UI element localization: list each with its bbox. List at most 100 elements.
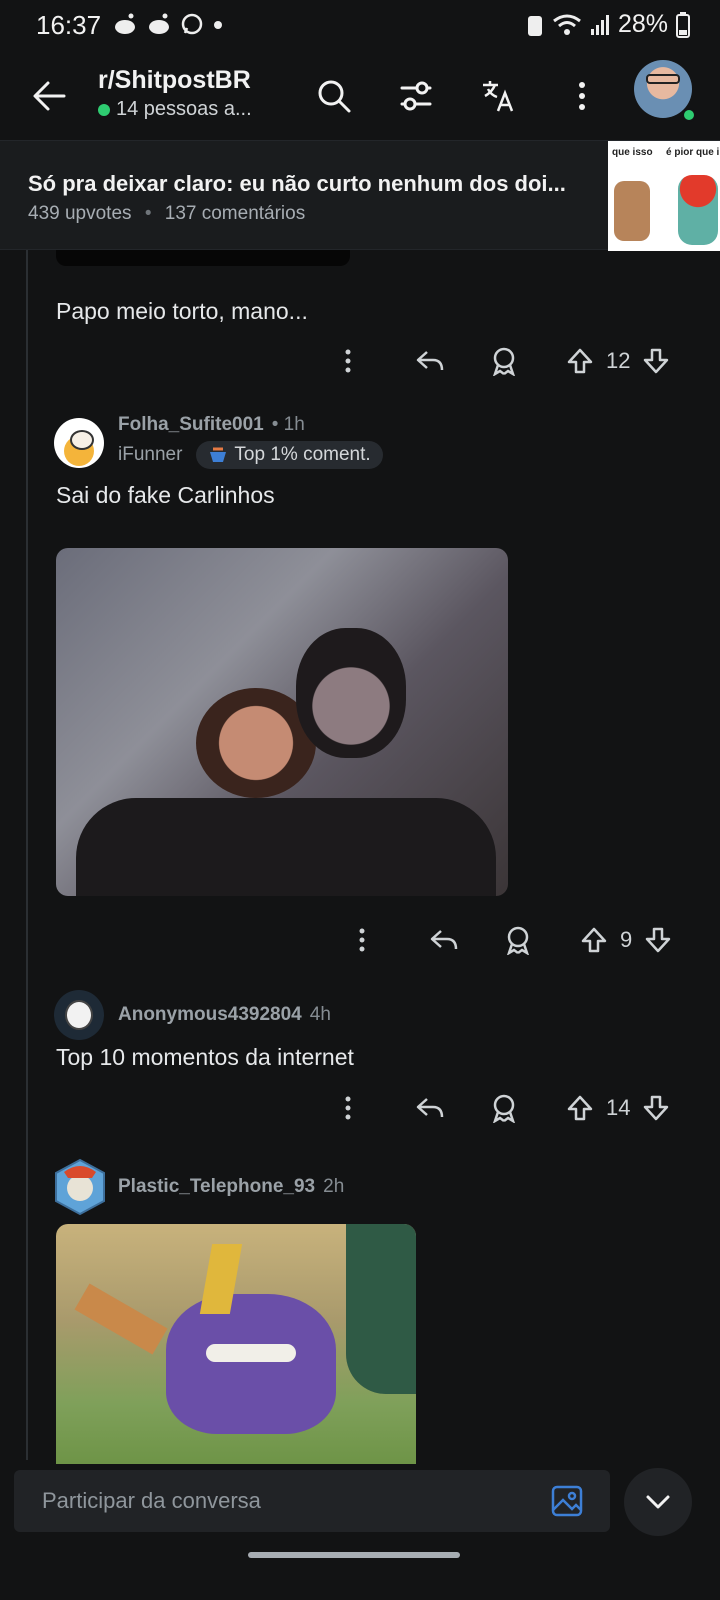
upvote-arrow-icon [567, 348, 593, 374]
reply-button[interactable] [422, 918, 466, 962]
reply-icon [416, 351, 444, 371]
status-time: 16:37 [36, 10, 102, 40]
arrow-left-icon [33, 81, 66, 111]
reddit-notification-icon [115, 13, 135, 34]
upvote-button[interactable] [558, 339, 602, 383]
downvote-button[interactable] [636, 918, 680, 962]
gif-dragon-wing [74, 1283, 168, 1355]
gif-dragon-eyes [206, 1344, 296, 1362]
dot-icon [214, 21, 222, 29]
attach-image-button[interactable] [550, 1484, 584, 1518]
notification-icons [112, 12, 224, 36]
comment-username[interactable]: Plastic_Telephone_93 [118, 1176, 315, 1198]
comment-composer[interactable]: Participar da conversa [14, 1470, 610, 1532]
downvote-arrow-icon [646, 927, 671, 953]
comment-username[interactable]: Anonymous4392804 [118, 1004, 302, 1026]
translate-button[interactable] [472, 70, 524, 122]
award-button[interactable] [482, 339, 526, 383]
back-button[interactable] [28, 74, 72, 118]
upvote-button[interactable] [558, 1086, 602, 1130]
upvote-button[interactable] [572, 918, 616, 962]
commenter-avatar[interactable] [54, 990, 104, 1040]
comment-gif[interactable] [56, 548, 508, 896]
battery-percent: 28% [617, 10, 668, 38]
comment-more-button[interactable] [340, 918, 384, 962]
more-vertical-icon [579, 82, 585, 110]
thumb-caption-left: que isso [612, 147, 653, 158]
previous-image-stub[interactable] [56, 250, 350, 266]
thread-line[interactable] [26, 250, 28, 1460]
online-dot-icon [98, 103, 110, 116]
post-meta: 439 upvotes • 137 comentários [28, 203, 305, 225]
vote-count: 12 [606, 348, 631, 373]
reply-icon [430, 930, 458, 950]
award-button[interactable] [496, 918, 540, 962]
reddit-notification-icon [149, 13, 169, 34]
comment-count: 137 comentários [164, 203, 306, 224]
commenter-avatar[interactable] [54, 1158, 106, 1216]
post-thumbnail[interactable]: que isso é pior que i [608, 141, 720, 251]
reply-button[interactable] [408, 1086, 452, 1130]
comment-time: 2h [323, 1176, 345, 1197]
status-bar: 16:37 28% [0, 0, 720, 52]
gif-bodies [76, 798, 496, 896]
translate-icon [483, 81, 514, 112]
gif-tree [346, 1224, 416, 1394]
upvote-arrow-icon [581, 927, 607, 953]
more-options-button[interactable] [556, 70, 608, 122]
avatar-face [65, 1000, 93, 1030]
online-count: 14 pessoas a... [98, 98, 252, 121]
comment-header: Folha_Sufite001 • 1h [118, 414, 305, 436]
downvote-arrow-icon [644, 1095, 669, 1121]
sort-filter-button[interactable] [390, 70, 442, 122]
avatar-face [70, 430, 94, 450]
top-commenter-badge: Top 1% coment. [196, 441, 383, 469]
more-vertical-icon [359, 928, 365, 952]
recycle-icon [527, 15, 542, 36]
battery-icon [676, 11, 690, 38]
whatsapp-icon [181, 13, 203, 35]
chevron-down-icon [646, 1495, 670, 1509]
comment-header: Anonymous4392804 4h [118, 1004, 331, 1026]
comment-username[interactable]: Folha_Sufite001 [118, 414, 264, 436]
next-comment-button[interactable] [624, 1468, 692, 1536]
signal-icon [590, 14, 609, 35]
subreddit-name[interactable]: r/ShitpostBR [98, 66, 251, 95]
online-text: 14 pessoas a... [116, 98, 252, 120]
top-commenter-icon [210, 447, 227, 462]
award-icon [493, 1094, 515, 1123]
search-button[interactable] [308, 70, 360, 122]
commenter-avatar[interactable] [54, 418, 104, 468]
badge-label: Top 1% coment. [234, 444, 371, 465]
more-vertical-icon [345, 349, 351, 373]
vote-count: 9 [620, 927, 633, 952]
comment-text: Sai do fake Carlinhos [56, 482, 275, 508]
filter-sliders-icon [400, 81, 432, 111]
comment-more-button[interactable] [326, 1086, 370, 1130]
comment-actions: 14 [326, 1086, 678, 1130]
comment-header: Plastic_Telephone_93 2h [118, 1176, 344, 1198]
user-flair-row: iFunner Top 1% coment. [118, 441, 383, 469]
downvote-button[interactable] [634, 339, 678, 383]
comment-gif[interactable] [56, 1224, 416, 1464]
downvote-button[interactable] [634, 1086, 678, 1130]
meta-separator: • [144, 203, 152, 224]
home-gesture-bar[interactable] [248, 1552, 460, 1558]
more-vertical-icon [345, 1096, 351, 1120]
comment-more-button[interactable] [326, 339, 370, 383]
gif-dragon-head [166, 1294, 336, 1434]
upvote-count: 439 upvotes [28, 203, 132, 224]
award-icon [493, 347, 515, 376]
online-status-icon [682, 108, 696, 122]
upvote-arrow-icon [567, 1095, 593, 1121]
post-header[interactable]: Só pra deixar claro: eu não curto nenhum… [0, 140, 720, 251]
nft-avatar-hexagon [55, 1158, 105, 1216]
reply-button[interactable] [408, 339, 452, 383]
vote-count: 14 [606, 1095, 631, 1120]
image-icon [551, 1485, 583, 1517]
downvote-arrow-icon [644, 348, 669, 374]
gif-face-right [296, 628, 406, 758]
comment-time: • 1h [271, 414, 305, 435]
app-bar: r/ShitpostBR 14 pessoas a... [0, 52, 720, 140]
award-button[interactable] [482, 1086, 526, 1130]
